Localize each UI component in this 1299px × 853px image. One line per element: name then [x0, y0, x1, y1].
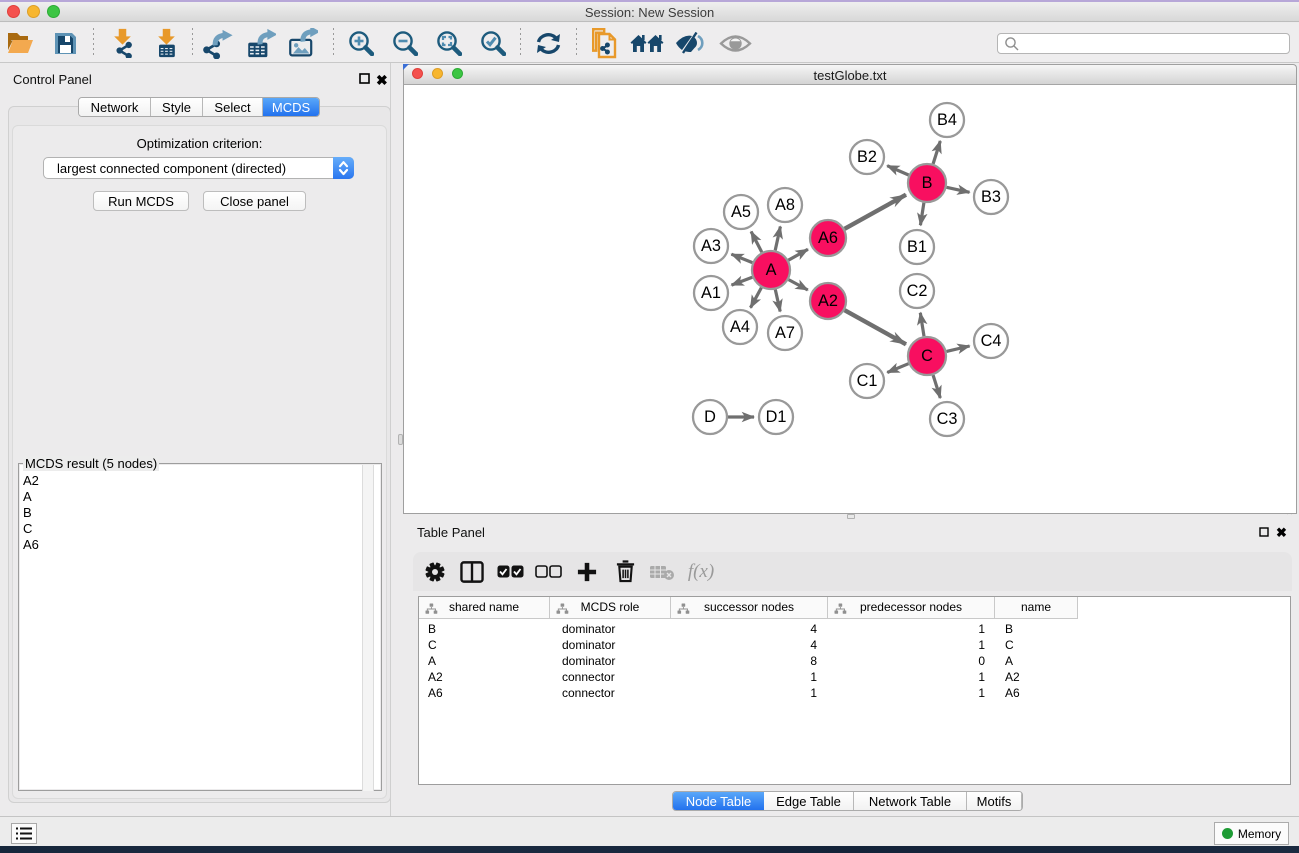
svg-text:A: A — [766, 261, 777, 279]
svg-text:A6: A6 — [818, 229, 838, 247]
svg-text:D1: D1 — [766, 408, 787, 426]
svg-text:B4: B4 — [937, 111, 957, 129]
svg-text:A1: A1 — [701, 284, 721, 302]
svg-text:A8: A8 — [775, 196, 795, 214]
svg-text:A4: A4 — [730, 318, 750, 336]
svg-text:A3: A3 — [701, 237, 721, 255]
svg-text:A7: A7 — [775, 324, 795, 342]
svg-text:C4: C4 — [981, 332, 1002, 350]
svg-text:B1: B1 — [907, 238, 927, 256]
svg-text:C: C — [921, 347, 933, 365]
svg-text:A2: A2 — [818, 292, 838, 310]
svg-text:A5: A5 — [731, 203, 751, 221]
svg-text:B2: B2 — [857, 148, 877, 166]
svg-text:C3: C3 — [937, 410, 958, 428]
svg-text:D: D — [704, 408, 716, 426]
svg-text:B: B — [922, 174, 933, 192]
svg-text:B3: B3 — [981, 188, 1001, 206]
svg-text:C2: C2 — [907, 282, 928, 300]
svg-text:C1: C1 — [857, 372, 878, 390]
